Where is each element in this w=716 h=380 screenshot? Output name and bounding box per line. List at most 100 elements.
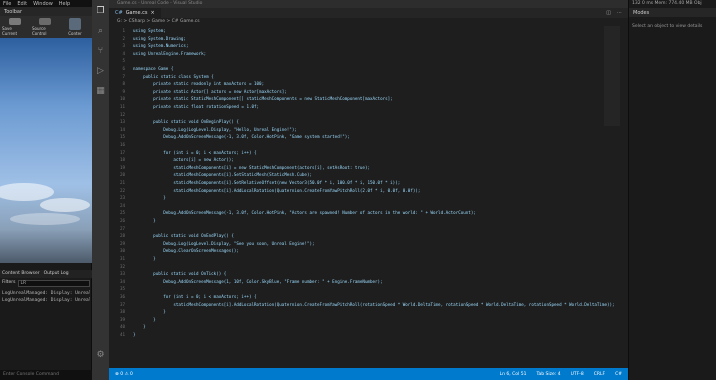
code-line[interactable]: 41} (109, 332, 628, 338)
tab-modes[interactable]: Modes (629, 8, 716, 17)
end-of-line[interactable]: CRLF (594, 372, 605, 377)
log-search-input[interactable]: LR (17, 280, 90, 287)
tab-game-cs[interactable]: C# Game.cs × (109, 8, 161, 18)
stats-readout: 132 0 ms Mem: 774.40 MB Obj (632, 1, 702, 6)
code-line[interactable]: 4 using UnrealEngine.Framework; (109, 51, 628, 57)
code-line[interactable]: 33 public static void OnTick() { (109, 271, 628, 277)
line-number: 20 (119, 172, 125, 178)
code-line[interactable]: 31 } (109, 256, 628, 262)
tab-output-log[interactable]: Output Log (44, 271, 69, 277)
line-number: 13 (119, 119, 125, 125)
content-button[interactable]: Conter (62, 18, 88, 36)
close-icon[interactable]: × (151, 10, 155, 16)
code-text: using UnrealEngine.Framework; (133, 50, 207, 56)
unreal-editor-left-panel: File Edit Window Help Toolbar Save Curre… (0, 0, 92, 380)
more-actions-icon[interactable]: ⋯ (617, 10, 622, 16)
breadcrumb[interactable]: G: > CSharp > Game > C# Game.cs (109, 18, 628, 26)
source-control-icon[interactable]: ⑂ (95, 46, 106, 57)
code-line[interactable]: 3 using System.Numerics; (109, 43, 628, 49)
search-icon[interactable]: ⌕ (95, 26, 106, 37)
csharp-file-icon: C# (115, 10, 123, 16)
code-text: Debug.AddOnScreenMessage(-1, 3.0f, Color… (133, 210, 476, 216)
code-line[interactable]: 18 actors[i] = new Actor(); (109, 157, 628, 163)
code-text: } (133, 195, 166, 201)
save-current-button[interactable]: Save Current (2, 18, 28, 36)
menu-file[interactable]: File (3, 1, 11, 7)
line-number: 5 (122, 58, 125, 64)
code-text: private static Actor[] actors = new Acto… (133, 88, 287, 94)
code-line[interactable]: 34 Debug.AddOnScreenMessage(1, 10f, Colo… (109, 279, 628, 285)
code-line[interactable]: 38 } (109, 309, 628, 315)
output-log: LogUnrealManaged: Display: Unreal LogUnr… (2, 290, 90, 304)
code-text: private static readonly int maxActors = … (133, 81, 265, 87)
code-editor[interactable]: 1 using System; 2 using System.Drawing; 3 usi… (109, 26, 628, 368)
code-line[interactable]: 40 } (109, 324, 628, 330)
toolbar-tab[interactable]: Toolbar (0, 7, 92, 16)
settings-gear-icon[interactable]: ⚙ (95, 350, 106, 361)
menu-window[interactable]: Window (33, 1, 53, 7)
extensions-icon[interactable]: ▦ (95, 86, 106, 97)
code-line[interactable]: 13 public static void OnBeginPlay() { (109, 119, 628, 125)
line-number: 1 (122, 28, 125, 33)
unreal-editor-right-panel: 132 0 ms Mem: 774.40 MB Obj Modes Select… (628, 0, 716, 380)
tab-content-browser[interactable]: Content Browser (2, 271, 40, 277)
code-line[interactable]: 25 Debug.AddOnScreenMessage(-1, 3.0f, Co… (109, 210, 628, 216)
line-number: 22 (119, 187, 125, 193)
code-line[interactable]: 10 private static StaticMeshComponent[] … (109, 96, 628, 102)
code-line[interactable]: 28 public static void OnEndPlay() { (109, 233, 628, 239)
code-line[interactable]: 39 } (109, 317, 628, 323)
code-line[interactable]: 23 } (109, 195, 628, 201)
code-line[interactable]: 37 staticMeshComponents[i].AddLocalRotat… (109, 302, 628, 308)
code-line[interactable]: 20 staticMeshComponents[i].SetStaticMesh… (109, 172, 628, 178)
code-line[interactable]: 32 (109, 264, 628, 270)
code-text: using System; (133, 28, 166, 33)
explorer-icon[interactable]: ❐ (95, 6, 106, 17)
menu-help[interactable]: Help (59, 1, 70, 7)
split-editor-icon[interactable]: ◫ (606, 10, 611, 16)
details-hint: Select an object to view details (632, 24, 703, 29)
code-line[interactable]: 21 staticMeshComponents[i].SetRelativeOf… (109, 180, 628, 186)
code-line[interactable]: 16 (109, 142, 628, 148)
tab-size[interactable]: Tab Size: 4 (536, 372, 560, 377)
debug-icon[interactable]: ▷ (95, 66, 106, 77)
code-line[interactable]: 17 for (int i = 0; i < maxActors; i++) { (109, 150, 628, 156)
cloud (10, 213, 80, 225)
code-text: for (int i = 0; i < maxActors; i++) { (133, 149, 257, 155)
code-line[interactable]: 29 Debug.Log(LogLevel.Display, "See you … (109, 241, 628, 247)
code-line[interactable]: 24 (109, 203, 628, 209)
code-text: Debug.AddOnScreenMessage(1, 10f, Color.S… (133, 278, 383, 284)
filters-button[interactable]: Filters (2, 280, 16, 288)
unreal-menu-bar: File Edit Window Help (0, 0, 92, 7)
code-line[interactable]: 22 staticMeshComponents[i].AddLocalRotat… (109, 188, 628, 194)
code-line[interactable]: 8 private static readonly int maxActors … (109, 81, 628, 87)
code-line[interactable]: 26 } (109, 218, 628, 224)
code-line[interactable]: 14 Debug.Log(LogLevel.Display, "Hello, U… (109, 127, 628, 133)
unreal-toolbar: Save Current Source Control Conter (0, 16, 92, 38)
code-line[interactable]: 1 using System; (109, 28, 628, 34)
code-line[interactable]: 15 Debug.AddOnScreenMessage(-1, 3.0f, Co… (109, 134, 628, 140)
code-line[interactable]: 7 public static class System { (109, 74, 628, 80)
line-number: 30 (119, 248, 125, 254)
encoding[interactable]: UTF-8 (571, 372, 584, 377)
code-line[interactable]: 30 Debug.ClearOnScreenMessages(); (109, 248, 628, 254)
code-line[interactable]: 5 (109, 58, 628, 64)
problems-indicator[interactable]: ⊗ 0 ⚠ 0 (115, 372, 133, 377)
menu-edit[interactable]: Edit (17, 1, 27, 7)
code-line[interactable]: 35 (109, 286, 628, 292)
source-control-button[interactable]: Source Control (32, 18, 58, 36)
line-number: 35 (119, 286, 125, 292)
level-viewport[interactable] (0, 38, 92, 263)
language-mode[interactable]: C# (615, 372, 622, 377)
code-line[interactable]: 27 (109, 226, 628, 232)
code-line[interactable]: 19 staticMeshComponents[i] = new StaticM… (109, 165, 628, 171)
code-line[interactable]: 36 for (int i = 0; i < maxActors; i++) { (109, 294, 628, 300)
console-command-input[interactable]: Enter Console Command (0, 370, 92, 380)
code-line[interactable]: 9 private static Actor[] actors = new Ac… (109, 89, 628, 95)
activity-bar: ❐ ⌕ ⑂ ▷ ▦ ⚙ (92, 0, 109, 380)
code-line[interactable]: 12 (109, 112, 628, 118)
line-number: 33 (119, 271, 125, 277)
cursor-position[interactable]: Ln 6, Col 51 (500, 372, 527, 377)
code-line[interactable]: 2 using System.Drawing; (109, 36, 628, 42)
code-line[interactable]: 6 namespace Game { (109, 66, 628, 72)
code-line[interactable]: 11 private static float rotationSpeed = … (109, 104, 628, 110)
